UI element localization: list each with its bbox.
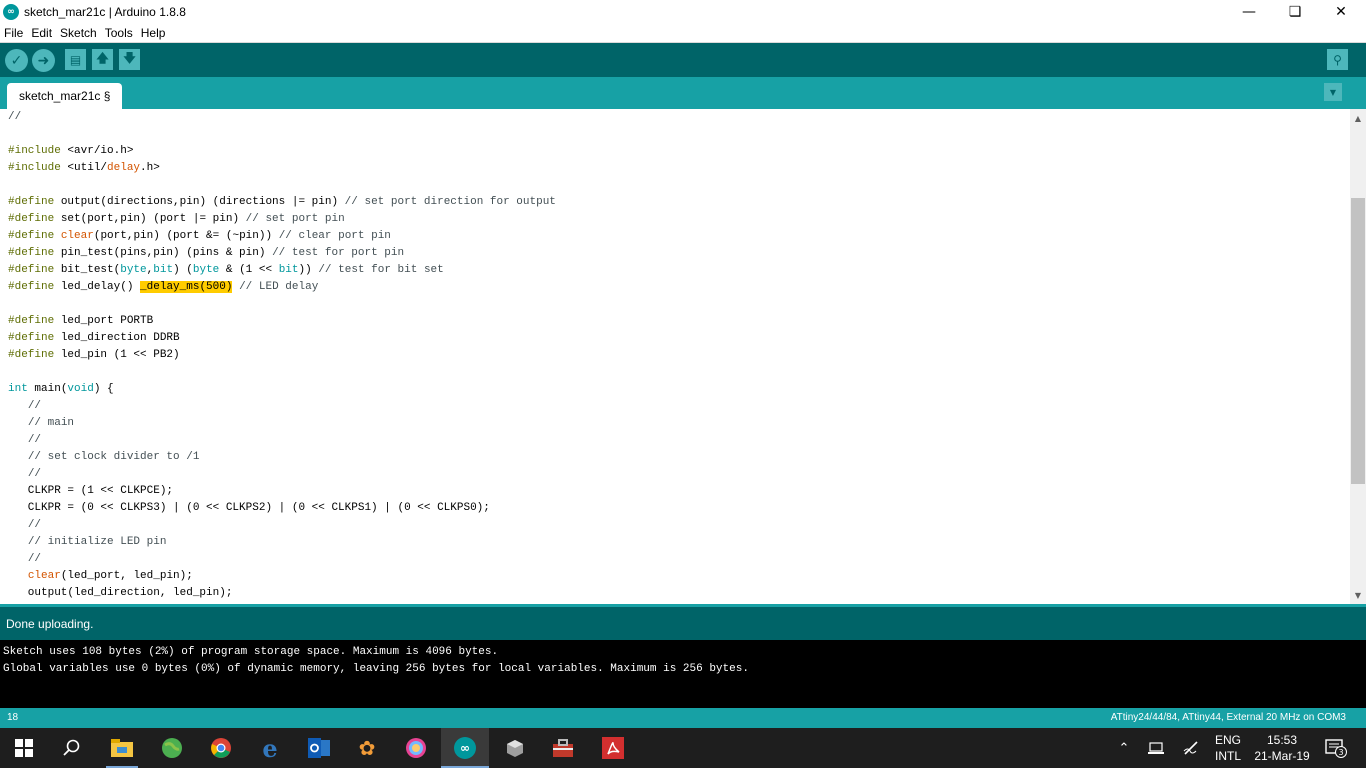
windows-start-icon[interactable] <box>12 736 36 760</box>
menu-file[interactable]: File <box>0 26 27 40</box>
serial-monitor-icon: ⚲ <box>1333 52 1342 67</box>
code-line[interactable]: CLKPR = (1 << CLKPCE); <box>8 483 1350 500</box>
code-line[interactable] <box>8 177 1350 194</box>
serial-monitor-button[interactable]: ⚲ <box>1327 49 1348 70</box>
code-line[interactable]: #define bit_test(byte,bit) (byte & (1 <<… <box>8 262 1350 279</box>
language-code: ENG <box>1215 733 1242 747</box>
menu-sketch[interactable]: Sketch <box>56 26 101 40</box>
tab-bar: sketch_mar21c § ▼ <box>0 77 1366 109</box>
editor-scrollbar[interactable]: ▲ ▼ <box>1350 109 1366 604</box>
code-line[interactable]: #define pin_test(pins,pin) (pins & pin) … <box>8 245 1350 262</box>
checkmark-icon: ✓ <box>10 52 23 69</box>
code-line[interactable] <box>8 364 1350 381</box>
search-icon[interactable] <box>60 736 84 760</box>
pen-icon[interactable] <box>1181 738 1201 758</box>
minimize-button[interactable]: — <box>1226 0 1272 23</box>
toolbox-icon[interactable] <box>551 736 575 760</box>
code-line[interactable]: // <box>8 432 1350 449</box>
code-line[interactable]: #define clear(port,pin) (port &= (~pin))… <box>8 228 1350 245</box>
paint-icon[interactable] <box>404 736 428 760</box>
menu-tools[interactable]: Tools <box>101 26 137 40</box>
code-line[interactable]: // <box>8 551 1350 568</box>
tab-sketch[interactable]: sketch_mar21c § <box>7 83 123 109</box>
code-text[interactable]: // #include <avr/io.h> #include <util/del… <box>0 109 1350 602</box>
outlook-icon[interactable] <box>307 736 331 760</box>
bird-app-icon[interactable]: ✿ <box>355 736 379 760</box>
windows-taskbar: e ✿ ∞ ⌃ ENG INTL 15:53 21-Mar-19 3 <box>0 728 1366 768</box>
scroll-up-icon[interactable]: ▲ <box>1350 111 1366 125</box>
maximize-button[interactable]: ❏ <box>1272 0 1318 23</box>
triangle-down-icon: ▼ <box>1329 87 1337 97</box>
code-line[interactable]: #define led_direction DDRB <box>8 330 1350 347</box>
window-title: sketch_mar21c | Arduino 1.8.8 <box>24 4 186 19</box>
console-output[interactable]: Sketch uses 108 bytes (2%) of program st… <box>0 640 1366 708</box>
code-line[interactable]: #include <avr/io.h> <box>8 143 1350 160</box>
keyboard-layout: INTL <box>1215 749 1242 763</box>
board-info: ATtiny24/44/84, ATtiny44, External 20 MH… <box>1110 712 1346 723</box>
toolbar: ✓ ➜ ▤ 🡅 🡇 ⚲ <box>0 43 1366 77</box>
code-line[interactable]: // <box>8 398 1350 415</box>
menu-bar: File Edit Sketch Tools Help <box>0 23 1366 43</box>
network-icon[interactable] <box>1146 738 1166 758</box>
code-line[interactable]: CLKPR = (0 << CLKPS3) | (0 << CLKPS2) | … <box>8 500 1350 517</box>
code-line[interactable]: int main(void) { <box>8 381 1350 398</box>
arduino-icon[interactable]: ∞ <box>453 736 477 760</box>
code-line[interactable]: #define led_pin (1 << PB2) <box>8 347 1350 364</box>
arrow-up-icon: 🡅 <box>96 51 109 65</box>
code-line[interactable]: #define set(port,pin) (port |= pin) // s… <box>8 211 1350 228</box>
clock-time: 15:53 <box>1266 733 1298 747</box>
notification-count: 3 <box>1338 748 1343 757</box>
svg-text:∞: ∞ <box>460 741 470 755</box>
code-line[interactable] <box>8 126 1350 143</box>
code-editor[interactable]: // #include <avr/io.h> #include <util/del… <box>0 109 1350 604</box>
code-line[interactable]: #include <util/delay.h> <box>8 160 1350 177</box>
footer-bar: 18 ATtiny24/44/84, ATtiny44, External 20… <box>0 708 1366 728</box>
title-bar: ∞ sketch_mar21c | Arduino 1.8.8 — ❏ ✕ <box>0 0 1366 23</box>
highlighted-token: _delay_ms(500) <box>140 281 233 293</box>
line-number: 18 <box>7 712 19 723</box>
code-line[interactable]: output(led_direction, led_pin); <box>8 585 1350 602</box>
status-bar: Done uploading. <box>0 607 1366 640</box>
acrobat-icon[interactable] <box>601 736 625 760</box>
arduino-icon: ∞ <box>3 3 19 20</box>
code-line[interactable]: #define led_delay() _delay_ms(500) // LE… <box>8 279 1350 296</box>
new-sketch-button[interactable]: ▤ <box>65 49 86 70</box>
code-line[interactable]: #define led_port PORTB <box>8 313 1350 330</box>
status-message: Done uploading. <box>6 616 94 631</box>
code-line[interactable]: clear(led_port, led_pin); <box>8 568 1350 585</box>
edge-icon[interactable]: e <box>258 734 282 763</box>
scroll-down-icon[interactable]: ▼ <box>1350 588 1366 602</box>
notifications-icon[interactable]: 3 <box>1323 738 1349 758</box>
chevron-up-icon[interactable]: ⌃ <box>1114 738 1134 758</box>
clock-date: 21-Mar-19 <box>1254 749 1310 763</box>
chrome-icon[interactable] <box>209 736 233 760</box>
arrow-right-icon: ➜ <box>37 52 50 69</box>
code-line[interactable]: #define output(directions,pin) (directio… <box>8 194 1350 211</box>
code-line[interactable]: // <box>8 517 1350 534</box>
clock[interactable]: 15:53 21-Mar-19 <box>1252 732 1312 764</box>
language-indicator[interactable]: ENG INTL <box>1215 732 1241 764</box>
code-line[interactable] <box>8 296 1350 313</box>
sketchup-icon[interactable] <box>503 736 527 760</box>
menu-edit[interactable]: Edit <box>27 26 56 40</box>
close-button[interactable]: ✕ <box>1318 0 1364 23</box>
upload-button[interactable]: ➜ <box>32 49 55 72</box>
arrow-down-icon: 🡇 <box>123 51 136 65</box>
verify-button[interactable]: ✓ <box>5 49 28 72</box>
scrollbar-thumb[interactable] <box>1351 198 1365 484</box>
code-line[interactable]: // set clock divider to /1 <box>8 449 1350 466</box>
code-line[interactable]: // main <box>8 415 1350 432</box>
code-line[interactable]: // <box>8 466 1350 483</box>
network-globe-icon[interactable] <box>160 736 184 760</box>
open-sketch-button[interactable]: 🡅 <box>92 49 113 70</box>
file-explorer-icon[interactable] <box>110 736 134 760</box>
tab-menu-button[interactable]: ▼ <box>1324 83 1342 101</box>
code-line[interactable]: // <box>8 109 1350 126</box>
new-file-icon: ▤ <box>69 52 82 67</box>
console-line: Global variables use 0 bytes (0%) of dyn… <box>3 663 749 675</box>
menu-help[interactable]: Help <box>137 26 170 40</box>
save-sketch-button[interactable]: 🡇 <box>119 49 140 70</box>
code-line[interactable]: // initialize LED pin <box>8 534 1350 551</box>
console-line: Sketch uses 108 bytes (2%) of program st… <box>3 646 499 658</box>
